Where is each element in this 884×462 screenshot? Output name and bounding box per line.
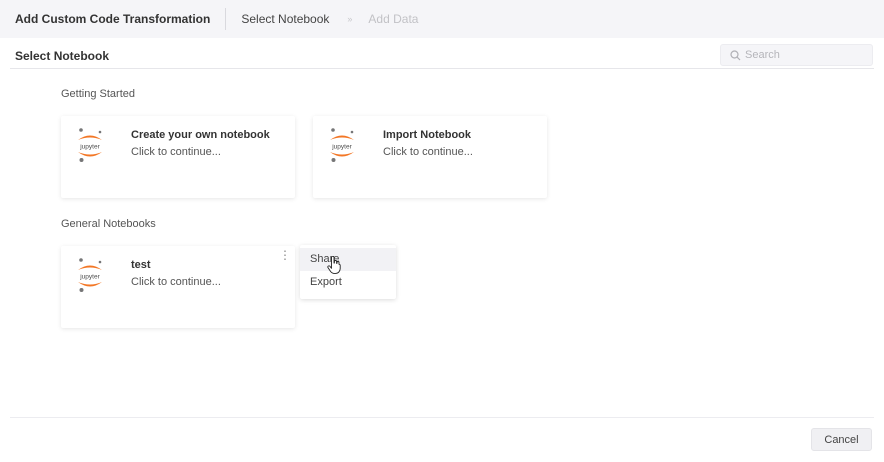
- search-box[interactable]: [720, 44, 873, 66]
- kebab-menu-icon[interactable]: ⋮: [279, 249, 291, 263]
- notebook-context-menu: Share Export: [300, 245, 396, 299]
- dialog-title: Add Custom Code Transformation: [15, 12, 211, 26]
- footer-divider: [10, 417, 874, 418]
- card-notebook-test[interactable]: jupyter test Click to continue... ⋮: [61, 246, 295, 328]
- section-title: Select Notebook: [15, 49, 110, 63]
- card-title: Import Notebook: [383, 129, 471, 141]
- add-custom-code-transformation-dialog: Add Custom Code Transformation Select No…: [0, 0, 884, 462]
- header-divider: [225, 8, 227, 30]
- card-import-notebook[interactable]: jupyter Import Notebook Click to continu…: [313, 116, 547, 198]
- card-title: Create your own notebook: [131, 129, 270, 141]
- cancel-button[interactable]: Cancel: [811, 428, 872, 451]
- jupyter-logo-icon: jupyter: [330, 128, 354, 162]
- jupyter-logo-icon: jupyter: [78, 258, 102, 292]
- svg-text:jupyter: jupyter: [331, 144, 352, 151]
- search-icon: [730, 50, 741, 61]
- card-create-notebook[interactable]: jupyter Create your own notebook Click t…: [61, 116, 295, 198]
- step-add-data: Add Data: [368, 12, 419, 26]
- section-label-getting-started: Getting Started: [61, 88, 135, 100]
- hand-pointer-cursor-icon: [327, 256, 341, 274]
- notebook-subheader: Select Notebook: [10, 43, 874, 69]
- step-select-notebook[interactable]: Select Notebook: [241, 12, 329, 26]
- svg-text:jupyter: jupyter: [79, 144, 100, 151]
- search-input[interactable]: [745, 47, 869, 63]
- wizard-header: Add Custom Code Transformation Select No…: [0, 0, 884, 38]
- step-chevron-icon: »: [347, 14, 353, 24]
- jupyter-logo-icon: jupyter: [78, 128, 102, 162]
- card-title: test: [131, 259, 151, 271]
- section-label-general-notebooks: General Notebooks: [61, 218, 156, 230]
- card-subtitle: Click to continue...: [131, 146, 221, 158]
- menu-item-share[interactable]: Share: [300, 248, 396, 271]
- svg-text:jupyter: jupyter: [79, 274, 100, 281]
- menu-item-export[interactable]: Export: [300, 271, 396, 294]
- card-subtitle: Click to continue...: [383, 146, 473, 158]
- card-subtitle: Click to continue...: [131, 276, 221, 288]
